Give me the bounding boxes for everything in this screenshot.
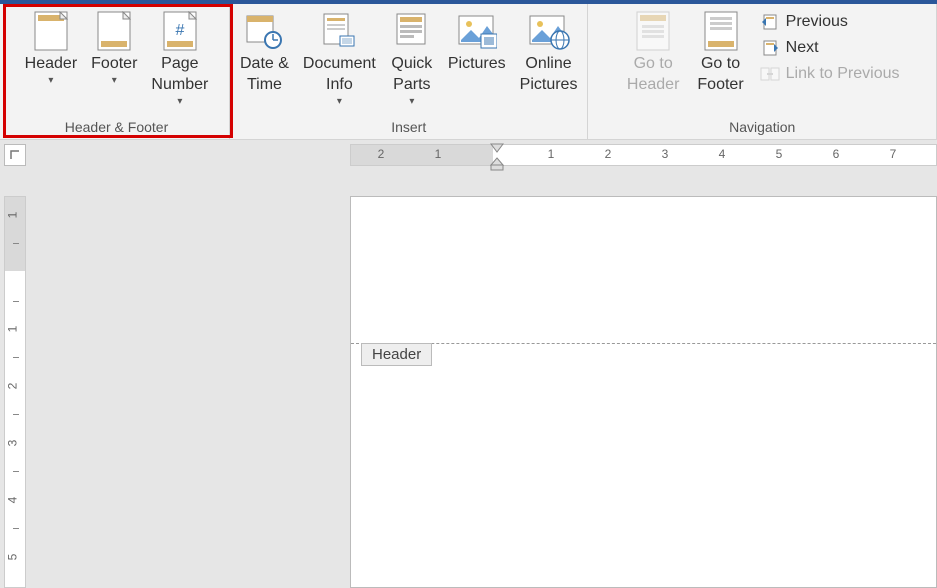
header-page-icon [30, 10, 72, 52]
document-info-button[interactable]: Document Info ▾ [301, 8, 378, 109]
quick-parts-icon [391, 10, 433, 52]
first-line-indent-marker[interactable] [490, 143, 504, 153]
previous-button[interactable]: Previous [760, 12, 900, 32]
chevron-down-icon: ▾ [409, 96, 414, 107]
header-button[interactable]: Header ▾ [23, 8, 79, 88]
goto-header-label: Go to Header [627, 54, 679, 96]
group-insert: Date & Time Document Info ▾ Quick Parts … [230, 4, 588, 139]
vertical-ruler[interactable]: 1 1 2 3 4 5 [4, 196, 26, 588]
ruler-tick [13, 357, 19, 358]
ruler-num: 2 [378, 147, 385, 161]
next-button[interactable]: Next [760, 38, 900, 58]
vruler-num: 4 [5, 497, 19, 504]
chevron-down-icon: ▾ [48, 75, 53, 86]
footer-page-icon [93, 10, 135, 52]
vruler-num: 3 [5, 440, 19, 447]
ruler-num: 1 [435, 147, 442, 161]
workspace: 2 1 1 2 3 4 5 6 7 1 1 2 3 4 5 Header [0, 140, 937, 588]
document-info-label: Document Info [303, 54, 376, 96]
goto-footer-label: Go to Footer [697, 54, 743, 96]
online-pictures-icon [528, 10, 570, 52]
tab-selector[interactable] [4, 144, 26, 166]
online-pictures-label: Online Pictures [520, 54, 578, 96]
hanging-indent-marker[interactable] [490, 157, 504, 171]
date-time-icon [243, 10, 285, 52]
vruler-num: 5 [5, 554, 19, 561]
header-tag: Header [361, 343, 432, 366]
group-label-hf: Header & Footer [65, 117, 169, 137]
link-to-previous-label: Link to Previous [786, 65, 900, 83]
goto-header-button: Go to Header [625, 8, 681, 98]
page-number-label: Page Number [151, 54, 208, 96]
ruler-num: 3 [662, 147, 669, 161]
ruler-num: 6 [833, 147, 840, 161]
group-label-insert: Insert [391, 117, 426, 137]
ruler-margin-shade [351, 145, 493, 165]
previous-label: Previous [786, 13, 848, 31]
document-page[interactable]: Header [350, 196, 937, 588]
footer-button[interactable]: Footer ▾ [89, 8, 139, 88]
date-time-button[interactable]: Date & Time [238, 8, 291, 98]
ruler-tick [13, 471, 19, 472]
document-info-icon [318, 10, 360, 52]
date-time-label: Date & Time [240, 54, 289, 96]
previous-icon [760, 12, 780, 32]
ruler-num: 4 [719, 147, 726, 161]
chevron-down-icon: ▾ [337, 96, 342, 107]
link-to-previous-icon [760, 64, 780, 84]
vruler-num: 1 [5, 212, 19, 219]
goto-footer-button[interactable]: Go to Footer [695, 8, 745, 98]
ruler-num: 7 [890, 147, 897, 161]
ruler-margin-shade [5, 197, 25, 271]
ruler-tick [13, 528, 19, 529]
quick-parts-button[interactable]: Quick Parts ▾ [388, 8, 436, 109]
vruler-num: 1 [5, 326, 19, 333]
pictures-label: Pictures [448, 54, 506, 75]
goto-footer-icon [700, 10, 742, 52]
header-label: Header [25, 54, 77, 75]
quick-parts-label: Quick Parts [391, 54, 432, 96]
next-icon [760, 38, 780, 58]
pictures-button[interactable]: Pictures [446, 8, 508, 77]
chevron-down-icon: ▾ [177, 96, 182, 107]
page-number-button[interactable]: # Page Number ▾ [149, 8, 210, 109]
ruler-num: 1 [548, 147, 555, 161]
ribbon: Header ▾ Footer ▾ # Page Number ▾ Header… [0, 0, 937, 140]
pictures-icon [456, 10, 498, 52]
page-number-icon: # [159, 10, 201, 52]
chevron-down-icon: ▾ [112, 75, 117, 86]
ruler-tick [13, 243, 19, 244]
next-label: Next [786, 39, 819, 57]
group-label-nav: Navigation [729, 117, 795, 137]
header-boundary [351, 343, 936, 344]
horizontal-ruler[interactable]: 2 1 1 2 3 4 5 6 7 [350, 144, 937, 166]
group-navigation: Go to Header Go to Footer Previous [588, 4, 937, 139]
ruler-num: 2 [605, 147, 612, 161]
ruler-num: 5 [776, 147, 783, 161]
online-pictures-button[interactable]: Online Pictures [518, 8, 580, 98]
link-to-previous-button: Link to Previous [760, 64, 900, 84]
ruler-tick [13, 301, 19, 302]
svg-text:#: # [175, 22, 184, 39]
footer-label: Footer [91, 54, 137, 75]
ruler-tick [13, 414, 19, 415]
group-header-footer: Header ▾ Footer ▾ # Page Number ▾ Header… [0, 4, 230, 139]
goto-header-icon [632, 10, 674, 52]
vruler-num: 2 [5, 383, 19, 390]
